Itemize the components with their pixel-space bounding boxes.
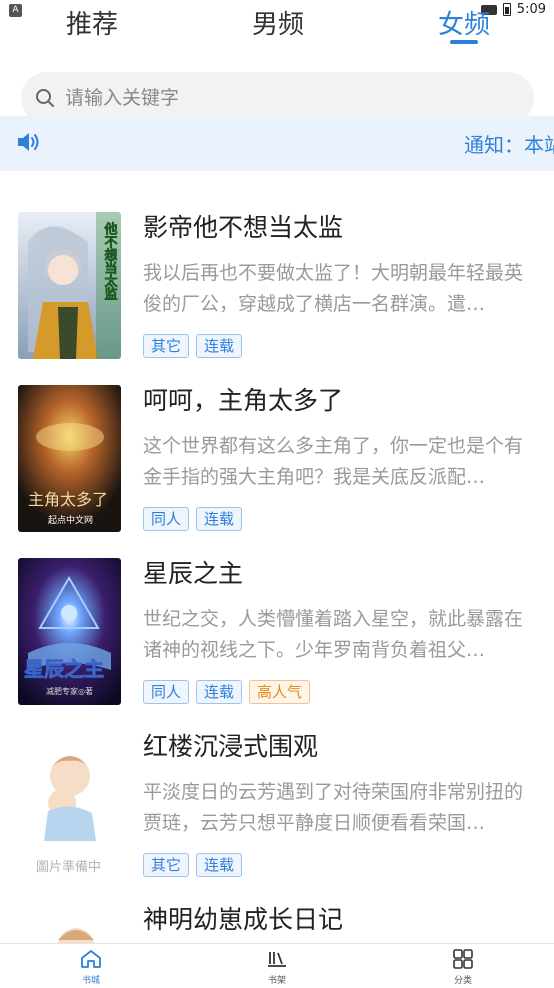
cover-publisher-text: 起点中文网 [48, 514, 93, 526]
nav-category[interactable]: 分类 [433, 949, 493, 986]
nav-label: 分类 [453, 976, 472, 986]
notice-marquee: 通知：本站所有小说均来源于网络 [464, 116, 554, 171]
bookshelf-icon [268, 952, 286, 967]
book-description: 平淡度日的云芳遇到了对待荣国府非常别扭的贾琏，云芳只想平静度日顺便看看荣国… [143, 781, 524, 834]
book-tags: 其它 连载 [143, 853, 243, 877]
tag-badge: 连载 [196, 853, 243, 877]
tag-badge: 连载 [196, 334, 243, 358]
book-item[interactable]: 圖片準備中 红楼沉浸式围观 平淡度日的云芳遇到了对待荣国府非常别扭的贾琏，云芳只… [0, 719, 554, 879]
home-icon [81, 950, 101, 968]
book-item[interactable]: 他不想当太监 影帝他不想当太监 我以后再也不要做太监了！大明朝最年轻最英俊的厂公… [0, 200, 554, 360]
tag-badge: 同人 [143, 680, 190, 704]
notice-text: 通知：本站所有小说均来源于网络 [464, 133, 554, 157]
tag-badge: 连载 [196, 680, 243, 704]
book-tags: 同人 连载 [143, 507, 243, 531]
book-title[interactable]: 影帝他不想当太监 [143, 208, 343, 244]
active-tab-indicator [450, 40, 478, 44]
speaker-icon [18, 133, 39, 151]
placeholder-text: 圖片準備中 [36, 859, 101, 875]
nav-label: 书城 [81, 976, 100, 986]
book-title[interactable]: 神明幼崽成长日记 [143, 900, 343, 936]
nav-bookshelf[interactable]: 书架 [247, 949, 307, 986]
book-title[interactable]: 红楼沉浸式围观 [143, 727, 318, 763]
book-cover[interactable]: 主角太多了 起点中文网 [18, 385, 121, 532]
book-tags: 同人 连载 高人气 [143, 680, 311, 704]
book-cover-placeholder[interactable]: 圖片準備中 [18, 731, 121, 878]
tag-badge: 同人 [143, 507, 190, 531]
tag-badge: 其它 [143, 334, 190, 358]
book-item[interactable]: 神明幼崽成长日记 [0, 892, 554, 944]
cover-title-text: 他不想当太监 [102, 221, 119, 301]
bottom-navigation: 书城 书架 分类 [0, 943, 554, 988]
notice-bar[interactable]: 通知：本站所有小说均来源于网络 [0, 116, 554, 171]
nav-bookstore[interactable]: 书城 [61, 949, 121, 986]
tab-female[interactable]: 女频 [438, 4, 490, 41]
search-icon [36, 89, 54, 107]
book-title[interactable]: 呵呵，主角太多了 [143, 381, 343, 417]
book-cover[interactable]: 星辰之主 减肥专家◎著 [18, 558, 121, 705]
book-cover[interactable]: 他不想当太监 [18, 212, 121, 359]
tag-badge: 连载 [196, 507, 243, 531]
book-item[interactable]: 主角太多了 起点中文网 呵呵，主角太多了 这个世界都有这么多主角了，你一定也是个… [0, 373, 554, 533]
nav-label: 书架 [267, 976, 286, 986]
channel-tabs: 推荐 男频 女频 [0, 0, 554, 50]
book-item[interactable]: 星辰之主 减肥专家◎著 星辰之主 世纪之交，人类懵懂着踏入星空，就此暴露在诸神的… [0, 546, 554, 706]
tag-badge: 其它 [143, 853, 190, 877]
book-title[interactable]: 星辰之主 [143, 554, 243, 590]
book-description: 我以后再也不要做太监了！大明朝最年轻最英俊的厂公，穿越成了横店一名群演。遣… [143, 262, 524, 315]
book-description: 世纪之交，人类懵懂着踏入星空，就此暴露在诸神的视线之下。少年罗南背负着祖父… [143, 608, 524, 661]
category-icon [453, 949, 473, 969]
cover-title-text: 主角太多了 [28, 490, 108, 509]
tab-male[interactable]: 男频 [252, 4, 304, 41]
tab-recommend[interactable]: 推荐 [66, 4, 118, 41]
tag-badge-hot: 高人气 [249, 680, 311, 704]
book-tags: 其它 连载 [143, 334, 243, 358]
book-description: 这个世界都有这么多主角了，你一定也是个有金手指的强大主角吧？我是关底反派配… [143, 435, 524, 488]
cover-title-text: 星辰之主 [24, 657, 104, 681]
cover-author-text: 减肥专家◎著 [46, 686, 93, 696]
book-cover-placeholder[interactable] [18, 904, 121, 944]
